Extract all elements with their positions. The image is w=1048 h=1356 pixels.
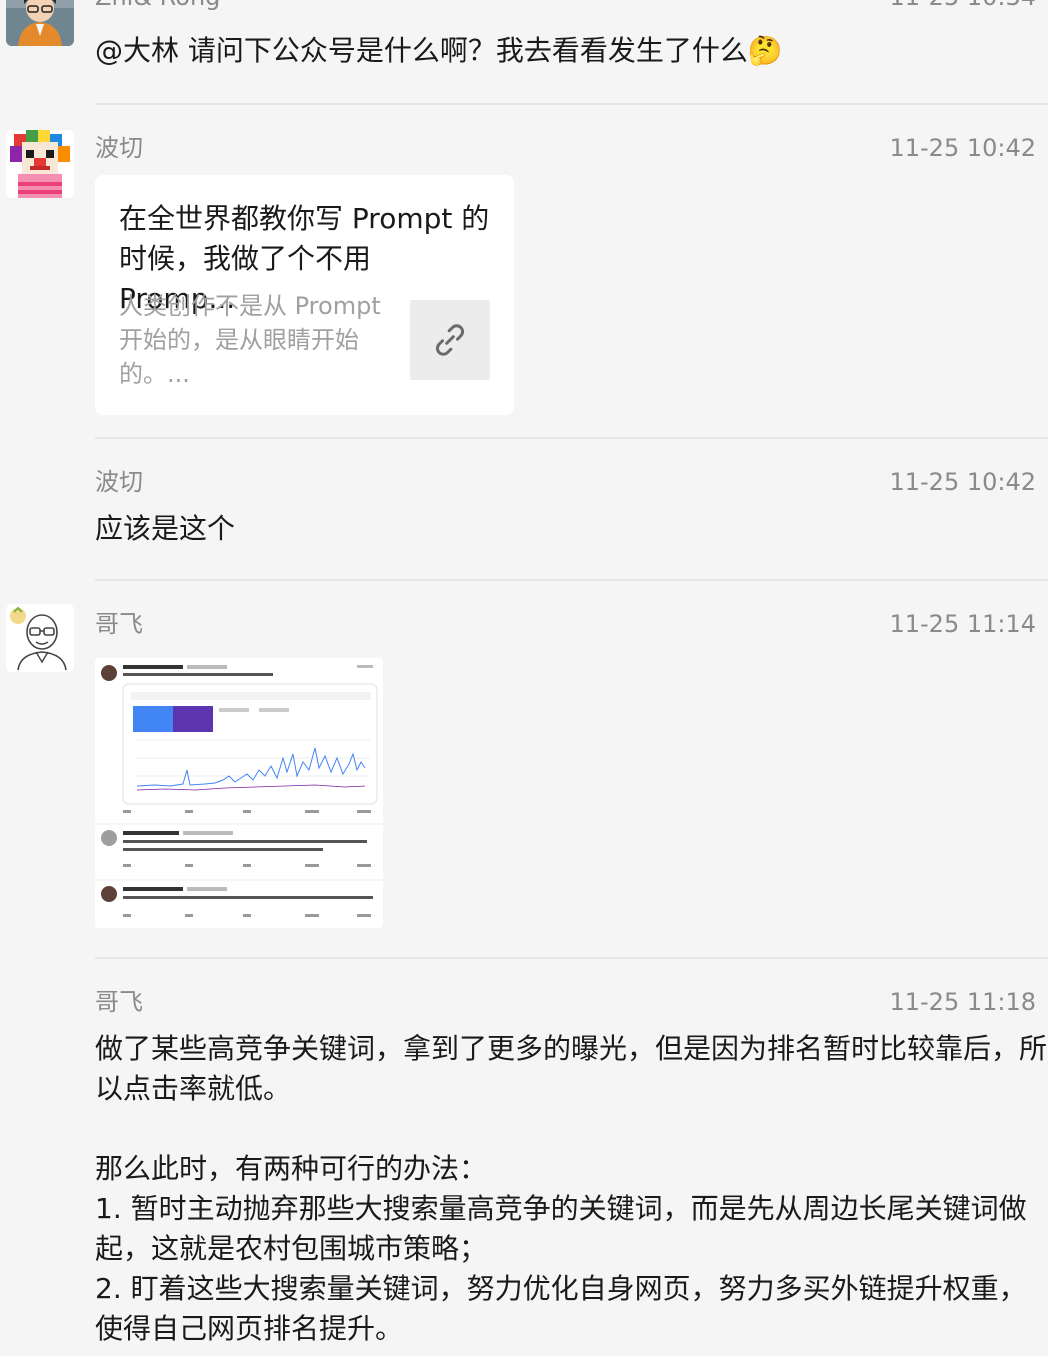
- message-text: 做了某些高竞争关键词，拿到了更多的曝光，但是因为排名暂时比较靠后，所以点击率就低…: [95, 1032, 1048, 1345]
- message-time: 11-25 10:34: [889, 0, 1036, 12]
- sender-name: 哥飞: [95, 988, 143, 1016]
- message-divider: [95, 437, 1048, 439]
- link-card-thumbnail: [410, 300, 490, 380]
- sender-name: Zhi& Rong: [95, 0, 220, 12]
- message-divider: [95, 103, 1048, 105]
- sender-name: 波切: [95, 468, 143, 496]
- message-text: 应该是这个: [95, 512, 236, 545]
- link-card[interactable]: 在全世界都教你写 Prompt 的时候，我做了个不用 Promp... 人类创作…: [95, 175, 514, 415]
- sender-name: 波切: [95, 134, 143, 162]
- tweet-screenshot-image[interactable]: [95, 658, 383, 928]
- bald-man-sketch-avatar[interactable]: [6, 604, 74, 672]
- chat-history: Zhi& Rong 11-25 10:34 @大林 请问下公众号是什么啊？我去看…: [0, 0, 1048, 1356]
- message-text: @大林 请问下公众号是什么啊？我去看看发生了什么🤔: [95, 31, 1047, 71]
- pixel-clown-avatar[interactable]: [6, 130, 74, 198]
- message-time: 11-25 11:18: [889, 988, 1036, 1016]
- link-icon: [436, 324, 464, 356]
- message-time: 11-25 11:14: [889, 610, 1036, 638]
- message-text-content: @大林 请问下公众号是什么啊？我去看看发生了什么: [95, 34, 748, 67]
- anime-boy-avatar[interactable]: [6, 0, 74, 46]
- link-card-description: 人类创作不是从 Prompt 开始的，是从眼睛开始的。...: [119, 292, 381, 388]
- thinking-face-emoji-icon: 🤔: [747, 34, 783, 67]
- message-time: 11-25 10:42: [889, 468, 1036, 496]
- message-time: 11-25 10:42: [889, 134, 1036, 162]
- sender-name: 哥飞: [95, 610, 143, 638]
- message-divider: [95, 957, 1048, 959]
- message-divider: [95, 579, 1048, 581]
